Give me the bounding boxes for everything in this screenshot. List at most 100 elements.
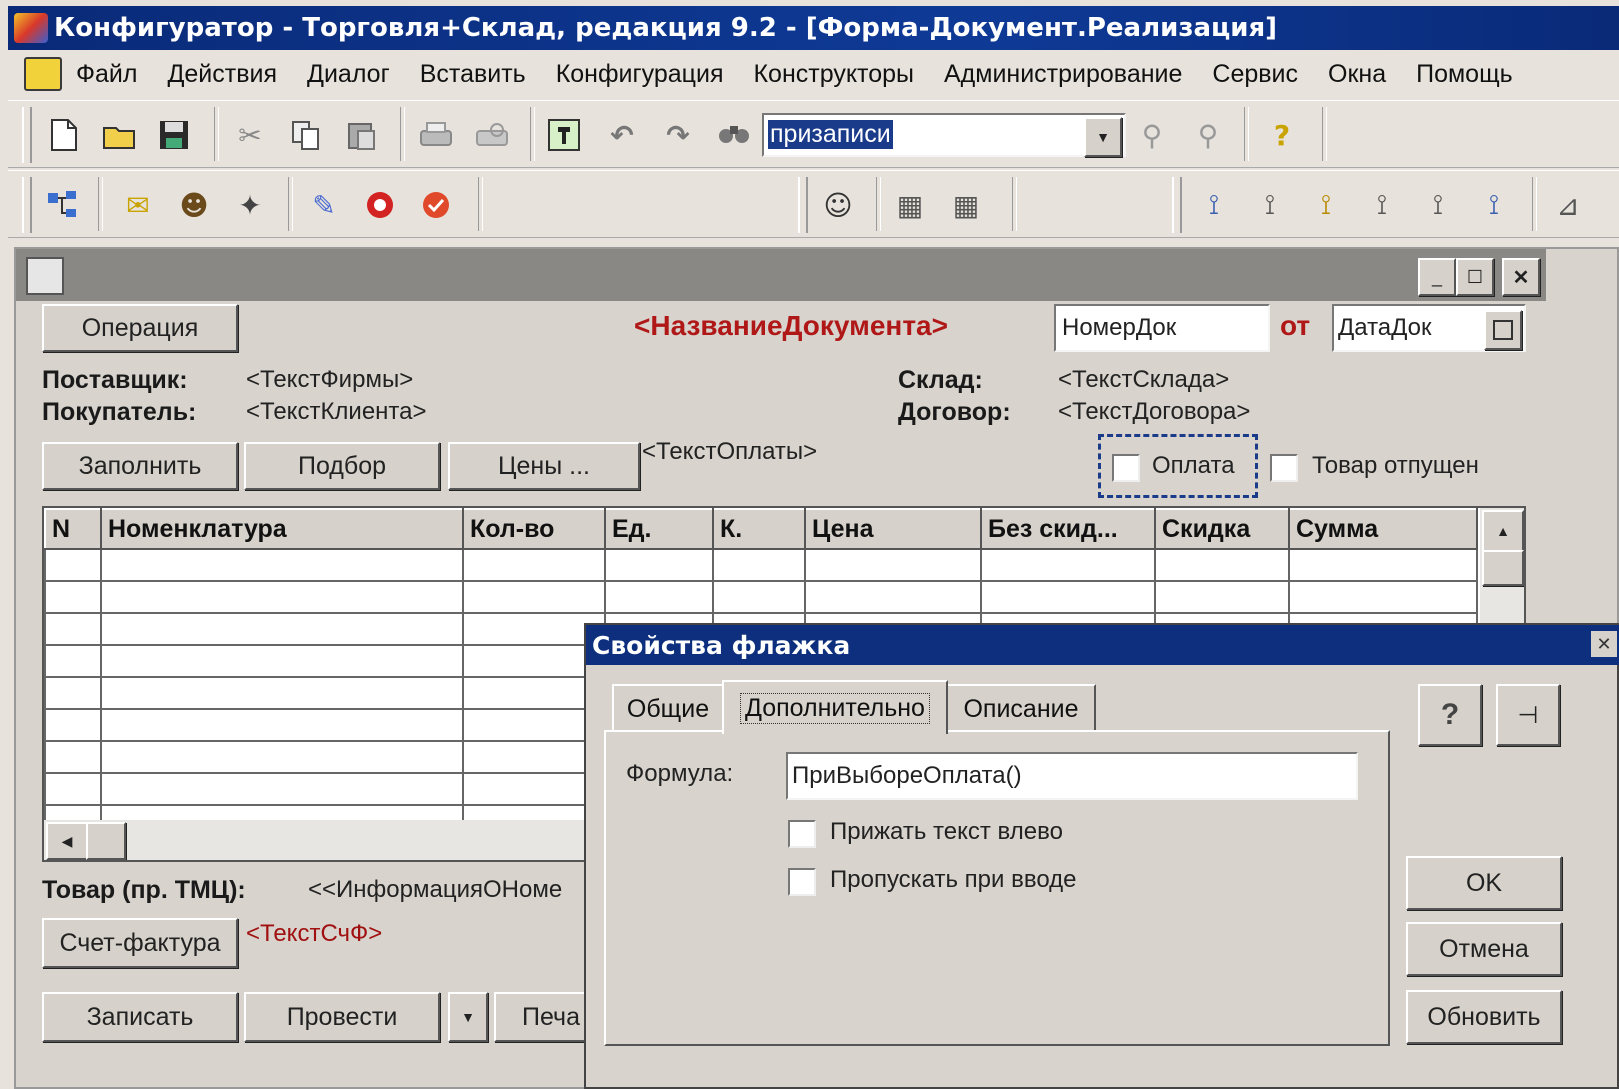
search-input-text[interactable]: призаписи xyxy=(768,120,893,149)
tree-structure-icon[interactable] xyxy=(42,185,82,225)
new-file-icon[interactable] xyxy=(44,115,84,155)
align-bottom-icon[interactable]: ⟟ xyxy=(1418,185,1458,225)
paste-icon[interactable] xyxy=(342,115,382,155)
tab-order-icon[interactable]: ⊿ xyxy=(1548,185,1588,225)
table-row[interactable] xyxy=(44,580,1478,614)
tab-general[interactable]: Общие xyxy=(612,684,724,732)
user-info-icon[interactable]: ☺ xyxy=(818,185,858,225)
table-cell[interactable] xyxy=(1154,580,1290,614)
col-header-coef[interactable]: К. xyxy=(712,508,806,550)
menu-administration[interactable]: Администрирование xyxy=(944,60,1182,89)
ok-button[interactable]: OK xyxy=(1406,856,1562,910)
table-cell[interactable] xyxy=(100,612,464,646)
help-icon[interactable]: ? xyxy=(1262,115,1302,155)
align-middle-icon[interactable]: ⟟ xyxy=(1474,185,1514,225)
col-header-unit[interactable]: Ед. xyxy=(604,508,714,550)
operation-button[interactable]: Операция xyxy=(42,304,238,352)
table-cell[interactable] xyxy=(44,772,102,806)
save-icon[interactable] xyxy=(154,115,194,155)
scroll-up-button[interactable]: ▲ xyxy=(1482,510,1524,552)
find-next-icon[interactable]: ⚲ xyxy=(1132,115,1172,155)
table-cell[interactable] xyxy=(100,708,464,742)
col-header-nomenclature[interactable]: Номенклатура xyxy=(100,508,464,550)
table-cell[interactable] xyxy=(1154,548,1290,582)
table-row[interactable] xyxy=(44,548,1478,582)
post-button[interactable]: Провести xyxy=(244,992,440,1042)
tab-description[interactable]: Описание xyxy=(946,684,1096,732)
print-button[interactable]: Печа xyxy=(494,992,590,1042)
menu-file[interactable]: Файл xyxy=(76,60,137,89)
table-cell[interactable] xyxy=(712,548,806,582)
calendar-button[interactable] xyxy=(1484,310,1522,350)
table-cell[interactable] xyxy=(462,580,606,614)
toolbar-grip[interactable] xyxy=(1172,177,1182,233)
form-layout-icon[interactable]: ▦ xyxy=(890,185,930,225)
copy-icon[interactable] xyxy=(286,115,326,155)
user-tools-icon[interactable]: ☻ xyxy=(174,185,214,225)
tab-additional[interactable]: Дополнительно xyxy=(722,680,948,734)
prices-button[interactable]: Цены ... xyxy=(448,442,640,490)
table-cell[interactable] xyxy=(44,708,102,742)
dialog-close-icon[interactable]: ✕ xyxy=(1591,631,1617,657)
doc-date-field[interactable]: ДатаДок xyxy=(1332,304,1526,352)
menu-configuration[interactable]: Конфигурация xyxy=(556,60,724,89)
refresh-button[interactable]: Обновить xyxy=(1406,990,1562,1044)
table-cell[interactable] xyxy=(980,548,1156,582)
table-cell[interactable] xyxy=(44,740,102,774)
table-cell[interactable] xyxy=(100,676,464,710)
table-cell[interactable] xyxy=(100,548,464,582)
scroll-thumb[interactable] xyxy=(1482,550,1524,586)
menu-windows[interactable]: Окна xyxy=(1328,60,1386,89)
table-cell[interactable] xyxy=(44,548,102,582)
scroll-left-button[interactable]: ◀ xyxy=(46,822,88,860)
table-cell[interactable] xyxy=(604,580,714,614)
menu-insert[interactable]: Вставить xyxy=(420,60,526,89)
doc-number-field[interactable]: НомерДок xyxy=(1054,304,1270,352)
document-menu-icon[interactable] xyxy=(24,57,62,91)
align-text-left-checkbox[interactable] xyxy=(788,820,816,848)
payment-checkbox[interactable] xyxy=(1112,454,1140,482)
open-folder-icon[interactable] xyxy=(100,115,140,155)
save-button[interactable]: Записать xyxy=(42,992,238,1042)
table-cell[interactable] xyxy=(44,676,102,710)
col-header-price[interactable]: Цена xyxy=(804,508,982,550)
table-cell[interactable] xyxy=(980,580,1156,614)
table-cell[interactable] xyxy=(1288,580,1478,614)
toolbar-grip[interactable] xyxy=(22,177,32,233)
table-cell[interactable] xyxy=(604,548,714,582)
menu-actions[interactable]: Действия xyxy=(167,60,277,89)
table-cell[interactable] xyxy=(44,644,102,678)
menu-service[interactable]: Сервис xyxy=(1212,60,1298,89)
scroll-thumb-horizontal[interactable] xyxy=(86,822,126,860)
align-top-icon[interactable]: ⟟ xyxy=(1362,185,1402,225)
col-header-no-discount[interactable]: Без скид... xyxy=(980,508,1156,550)
table-cell[interactable] xyxy=(804,548,982,582)
menu-dialog[interactable]: Диалог xyxy=(307,60,390,89)
menu-constructors[interactable]: Конструкторы xyxy=(753,60,914,89)
col-header-discount[interactable]: Скидка xyxy=(1154,508,1290,550)
table-cell[interactable] xyxy=(100,772,464,806)
toolbar-grip[interactable] xyxy=(22,107,32,163)
syntax-check-icon[interactable] xyxy=(544,115,584,155)
col-header-n[interactable]: N xyxy=(44,508,102,550)
skip-on-input-checkbox[interactable] xyxy=(788,868,816,896)
search-combobox[interactable]: призаписи ▼ xyxy=(762,113,1126,157)
cut-icon[interactable]: ✂ xyxy=(230,115,270,155)
align-left-icon[interactable]: ⟟ xyxy=(1194,185,1234,225)
undo-icon[interactable]: ↶ xyxy=(602,115,642,155)
col-header-sum[interactable]: Сумма xyxy=(1288,508,1478,550)
select-button[interactable]: Подбор xyxy=(244,442,440,490)
form-layout-alt-icon[interactable]: ▦ xyxy=(946,185,986,225)
table-cell[interactable] xyxy=(44,580,102,614)
table-cell[interactable] xyxy=(462,548,606,582)
dialog-help-button[interactable]: ? xyxy=(1418,684,1482,746)
print-icon[interactable] xyxy=(416,115,456,155)
shipped-checkbox[interactable] xyxy=(1270,454,1298,482)
formula-input[interactable]: ПриВыбореОплата() xyxy=(786,752,1358,800)
find-prev-icon[interactable]: ⚲ xyxy=(1188,115,1228,155)
print-preview-icon[interactable] xyxy=(472,115,512,155)
find-objects-icon[interactable]: ✦ xyxy=(230,185,270,225)
find-icon[interactable] xyxy=(714,115,754,155)
table-cell[interactable] xyxy=(712,580,806,614)
table-cell[interactable] xyxy=(804,580,982,614)
